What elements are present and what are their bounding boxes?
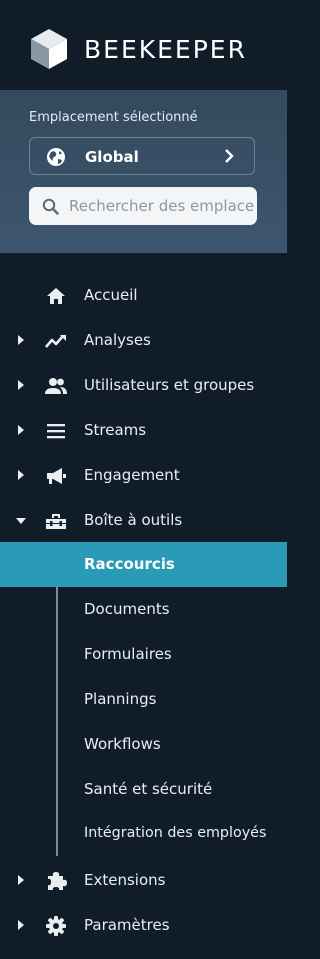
caret-right-icon xyxy=(18,920,24,930)
caret-right-icon xyxy=(18,335,24,345)
caret-down-icon xyxy=(16,518,26,524)
search-icon xyxy=(42,198,59,215)
location-label: Emplacement sélectionné xyxy=(29,110,198,125)
chevron-right-icon xyxy=(225,149,234,163)
home-icon xyxy=(47,288,65,304)
megaphone-icon xyxy=(47,468,66,484)
nav-label: Utilisateurs et groupes xyxy=(84,376,255,394)
nav-item-boite-a-outils[interactable]: Boîte à outils xyxy=(0,498,287,543)
nav-item-analyses[interactable]: Analyses xyxy=(0,318,287,363)
sub-item-label: Intégration des employés xyxy=(84,825,267,841)
gear-icon xyxy=(46,916,66,936)
nav-label: Paramètres xyxy=(84,916,170,934)
caret-right-icon xyxy=(18,875,24,885)
sub-item-label: Workflows xyxy=(84,735,161,753)
sub-item-sante-securite[interactable]: Santé et sécurité xyxy=(0,767,287,812)
sub-item-label: Documents xyxy=(84,600,170,618)
sub-item-formulaires[interactable]: Formulaires xyxy=(0,632,287,677)
nav-item-engagement[interactable]: Engagement xyxy=(0,453,287,498)
selected-location: Global xyxy=(85,148,139,166)
location-search[interactable] xyxy=(29,187,257,225)
sub-item-label: Santé et sécurité xyxy=(84,780,213,798)
sub-item-label: Formulaires xyxy=(84,645,172,663)
nav-item-streams[interactable]: Streams xyxy=(0,408,287,453)
nav-label: Extensions xyxy=(84,871,166,889)
users-icon xyxy=(45,378,67,394)
sidebar: BEEKEEPER Emplacement sélectionné Global… xyxy=(0,0,287,959)
caret-right-icon xyxy=(18,425,24,435)
nav-item-parametres[interactable]: Paramètres xyxy=(0,903,287,948)
beekeeper-logo-icon xyxy=(31,29,67,69)
nav-label: Engagement xyxy=(84,466,180,484)
brand-logo[interactable]: BEEKEEPER xyxy=(0,0,287,90)
caret-right-icon xyxy=(18,380,24,390)
sub-item-raccourcis[interactable]: Raccourcis xyxy=(0,542,287,587)
nav-item-utilisateurs[interactable]: Utilisateurs et groupes xyxy=(0,363,287,408)
puzzle-icon xyxy=(48,872,67,890)
sub-item-plannings[interactable]: Plannings xyxy=(0,677,287,722)
nav-label: Boîte à outils xyxy=(84,511,183,529)
nav-label: Streams xyxy=(84,421,147,439)
caret-right-icon xyxy=(18,470,24,480)
menu-lines-icon xyxy=(47,424,65,439)
sub-item-label: Raccourcis xyxy=(84,555,175,573)
trending-icon xyxy=(45,335,66,348)
sub-item-workflows[interactable]: Workflows xyxy=(0,722,287,767)
nav-label: Analyses xyxy=(84,331,151,349)
globe-icon xyxy=(47,148,65,166)
toolbox-icon xyxy=(46,514,66,529)
nav-label: Accueil xyxy=(84,286,138,304)
sub-item-label: Plannings xyxy=(84,690,157,708)
nav-item-accueil[interactable]: Accueil xyxy=(0,273,287,318)
nav-item-extensions[interactable]: Extensions xyxy=(0,858,287,903)
brand-name: BEEKEEPER xyxy=(84,35,247,64)
sub-item-integration-employes[interactable]: Intégration des employés xyxy=(0,812,287,857)
sub-item-documents[interactable]: Documents xyxy=(0,587,287,632)
location-selector[interactable]: Global xyxy=(29,137,255,175)
location-search-input[interactable] xyxy=(69,187,254,225)
